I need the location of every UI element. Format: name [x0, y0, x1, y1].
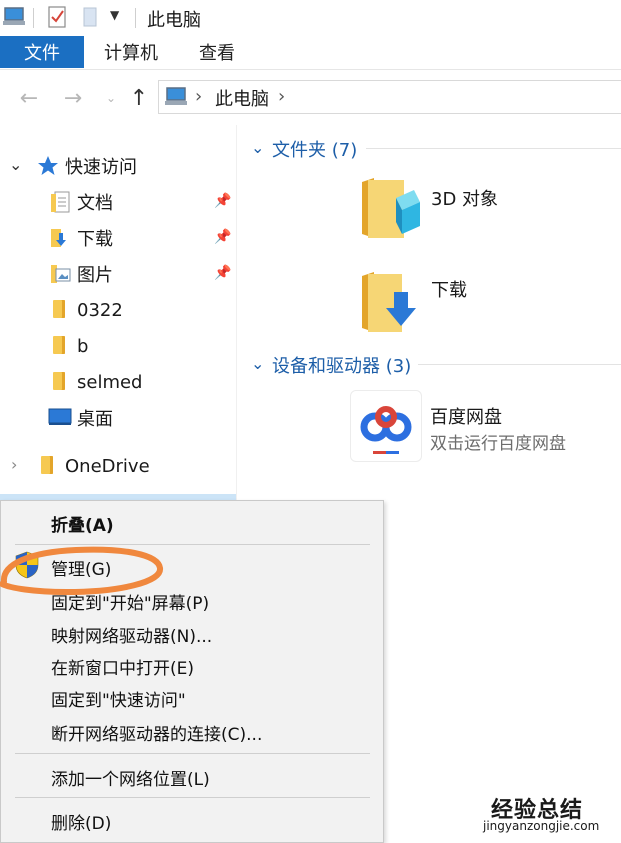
breadcrumb-chevron-icon[interactable]: ›	[195, 86, 202, 107]
computer-icon[interactable]	[3, 6, 27, 28]
nav-item-0322[interactable]: 0322	[77, 297, 123, 323]
this-pc-icon	[165, 87, 187, 105]
nav-item-desktop[interactable]: 桌面	[77, 405, 113, 431]
menu-item-map-network-drive[interactable]: 映射网络驱动器(N)...	[51, 622, 212, 647]
nav-item-selmed[interactable]: selmed	[77, 369, 143, 395]
menu-item-collapse[interactable]: 折叠(A)	[51, 511, 114, 536]
quick-access-toolbar-dropdown-icon[interactable]: ▼	[110, 8, 119, 22]
3d-objects-folder-icon[interactable]	[360, 176, 420, 242]
collapse-chevron-down-icon[interactable]: ⌄	[251, 354, 264, 373]
new-folder-icon[interactable]	[81, 6, 99, 28]
folder-icon	[53, 336, 65, 354]
downloads-folder-icon	[51, 227, 71, 253]
menu-item-add-network-location[interactable]: 添加一个网络位置(L)	[51, 765, 210, 790]
documents-folder-icon	[51, 191, 71, 217]
highlight-circle-annotation	[0, 546, 163, 596]
onedrive-folder-icon	[41, 456, 53, 474]
nav-item-documents[interactable]: 文档	[77, 189, 113, 215]
folder-3d-objects-label[interactable]: 3D 对象	[431, 185, 498, 211]
pane-divider[interactable]	[236, 125, 237, 500]
toolbar-separator	[135, 8, 136, 28]
folder-icon	[53, 372, 65, 390]
pin-icon[interactable]: 📌	[214, 193, 231, 209]
forward-button[interactable]: →	[59, 84, 87, 112]
pin-icon[interactable]: 📌	[214, 229, 231, 245]
pictures-folder-icon	[51, 263, 71, 289]
expand-chevron-right-icon[interactable]: ›	[11, 455, 17, 474]
device-baidu-netdisk-sublabel: 双击运行百度网盘	[430, 434, 566, 454]
desktop-icon	[48, 408, 72, 425]
back-button[interactable]: ←	[15, 84, 43, 112]
menu-separator	[15, 797, 370, 798]
menu-item-disconnect-network-drive[interactable]: 断开网络驱动器的连接(C)...	[51, 720, 262, 745]
nav-onedrive[interactable]: OneDrive	[65, 453, 150, 479]
nav-item-downloads[interactable]: 下载	[77, 225, 113, 251]
folders-group-header[interactable]: 文件夹 (7)	[272, 136, 357, 162]
menu-separator	[15, 753, 370, 754]
breadcrumb-this-pc[interactable]: 此电脑	[215, 85, 269, 111]
quick-access-star-icon	[38, 156, 58, 175]
downloads-folder-large-icon[interactable]	[360, 270, 420, 334]
nav-quick-access[interactable]: 快速访问	[65, 153, 137, 179]
toolbar-separator	[33, 8, 34, 28]
pin-icon[interactable]: 📌	[214, 265, 231, 281]
recent-locations-chevron-down-icon[interactable]: ⌄	[97, 84, 125, 112]
folder-downloads-label[interactable]: 下载	[431, 276, 467, 302]
menu-item-open-in-new-window[interactable]: 在新窗口中打开(E)	[51, 654, 194, 679]
device-baidu-netdisk-label[interactable]: 百度网盘	[430, 403, 502, 429]
collapse-chevron-down-icon[interactable]: ⌄	[251, 138, 264, 157]
baidu-netdisk-icon[interactable]	[350, 390, 422, 462]
menu-item-delete[interactable]: 删除(D)	[51, 809, 111, 834]
window-title: 此电脑	[147, 10, 201, 31]
tab-file[interactable]: 文件	[0, 36, 84, 68]
up-button[interactable]: ↑	[125, 84, 153, 112]
group-divider	[366, 148, 621, 149]
menu-item-pin-to-quick-access[interactable]: 固定到"快速访问"	[51, 686, 186, 711]
folder-icon	[53, 300, 65, 318]
tab-computer[interactable]: 计算机	[104, 36, 158, 68]
ribbon-tab-bar	[0, 36, 621, 70]
properties-icon[interactable]	[47, 5, 69, 29]
breadcrumb-next-chevron-icon[interactable]: ›	[278, 86, 285, 107]
devices-group-header[interactable]: 设备和驱动器 (3)	[272, 352, 411, 378]
nav-item-pictures[interactable]: 图片	[77, 261, 113, 287]
nav-item-b[interactable]: b	[77, 333, 88, 359]
tab-view[interactable]: 查看	[199, 36, 235, 68]
group-divider	[418, 364, 621, 365]
expand-chevron-down-icon[interactable]: ⌄	[9, 155, 22, 174]
watermark-url: jingyanzongjie.com	[483, 819, 600, 833]
